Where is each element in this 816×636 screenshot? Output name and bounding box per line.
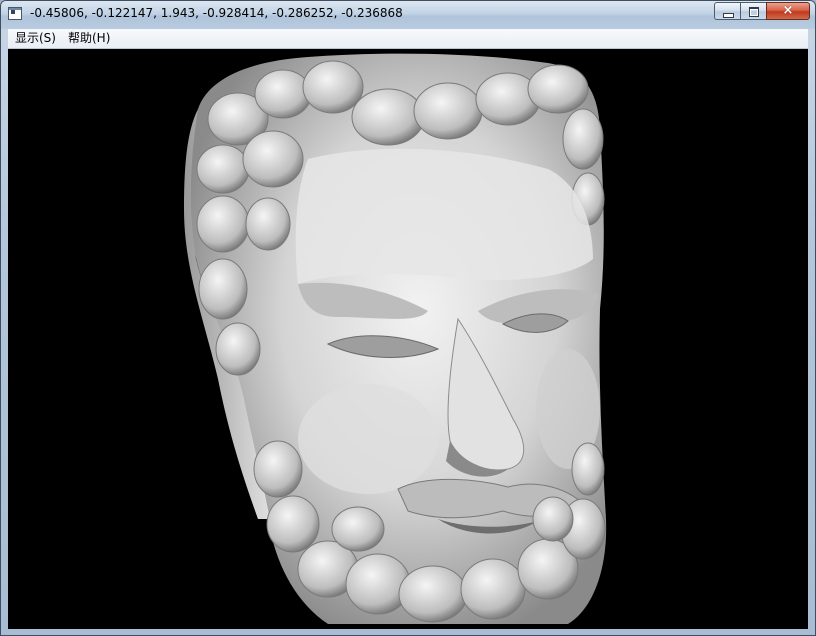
app-window-icon[interactable] <box>8 7 22 20</box>
left-cheek <box>298 384 438 494</box>
title-bar[interactable]: -0.45806, -0.122147, 1.943, -0.928414, -… <box>1 1 815 29</box>
window-title: -0.45806, -0.122147, 1.943, -0.928414, -… <box>30 6 403 20</box>
menu-display[interactable]: 显示(S) <box>8 29 62 48</box>
maximize-icon <box>749 7 759 17</box>
head-sculpture-render <box>184 53 607 624</box>
minimize-button[interactable] <box>714 2 740 20</box>
3d-viewport[interactable] <box>8 49 808 629</box>
maximize-button[interactable] <box>740 2 766 20</box>
window-controls: × <box>714 2 810 20</box>
menu-help[interactable]: 帮助(H) <box>62 29 116 48</box>
minimize-icon <box>723 13 734 18</box>
app-window: -0.45806, -0.122147, 1.943, -0.928414, -… <box>0 0 816 636</box>
menu-bar: 显示(S) 帮助(H) <box>8 29 808 49</box>
close-button[interactable]: × <box>766 2 810 20</box>
close-icon: × <box>782 3 794 18</box>
